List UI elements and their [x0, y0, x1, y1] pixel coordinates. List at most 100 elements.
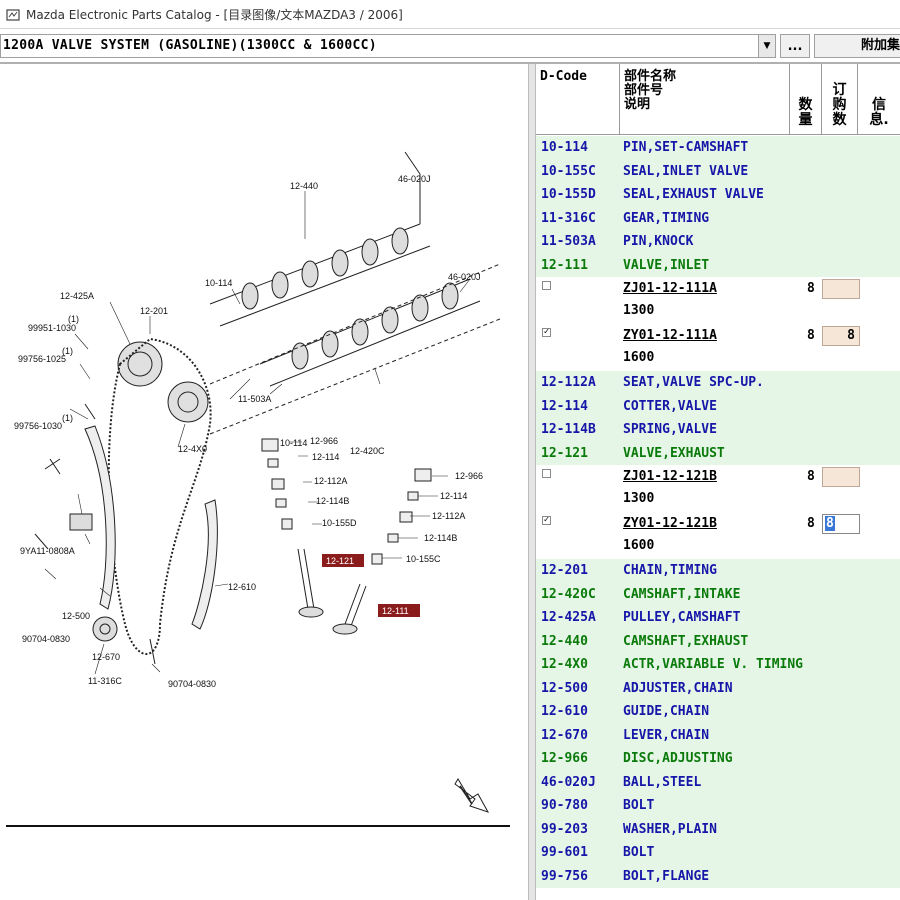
table-row[interactable]: 99-756 BOLT,FLANGE: [536, 864, 900, 888]
row-dcode: 99-601: [541, 845, 588, 860]
diagram-label[interactable]: 90704-0830: [168, 679, 216, 689]
table-row[interactable]: 99-601 BOLT: [536, 841, 900, 865]
parts-list-pane[interactable]: D-Code 部件名称 部件号 说明 数量 订购数 信息. 10-114 PIN,…: [536, 64, 900, 900]
diagram-label[interactable]: 46-020J: [448, 272, 481, 282]
pane-splitter[interactable]: [528, 64, 536, 900]
diagram-label[interactable]: 12-112A: [432, 511, 465, 521]
section-select[interactable]: 1200A VALVE SYSTEM (GASOLINE)(1300CC & 1…: [0, 34, 776, 58]
table-row[interactable]: 11-503A PIN,KNOCK: [536, 230, 900, 254]
table-row[interactable]: 11-316C GEAR,TIMING: [536, 206, 900, 230]
diagram-label[interactable]: 12-966: [455, 471, 483, 481]
part-number[interactable]: ZJ01-12-121B: [623, 469, 717, 484]
table-row[interactable]: 12-121 VALVE,EXHAUST: [536, 441, 900, 465]
order-quantity-input[interactable]: [822, 467, 860, 487]
row-part-name: BOLT,FLANGE: [623, 868, 710, 884]
column-header-qty[interactable]: 数量: [790, 64, 822, 134]
row-part-name: SPRING,VALVE: [623, 422, 717, 437]
diagram-label[interactable]: 12-114: [312, 452, 339, 462]
table-row[interactable]: 12-111 VALVE,INLET: [536, 253, 900, 277]
diagram-label-highlight[interactable]: 12-121: [326, 556, 354, 566]
table-row[interactable]: 12-500 ADJUSTER,CHAIN: [536, 676, 900, 700]
select-checkbox[interactable]: ✓: [542, 328, 551, 337]
table-row[interactable]: 12-670 LEVER,CHAIN: [536, 723, 900, 747]
diagram-label[interactable]: 90704-0830: [22, 634, 70, 644]
table-row[interactable]: 10-114 PIN,SET-CAMSHAFT: [536, 136, 900, 160]
diagram-label[interactable]: 12-114B: [424, 533, 457, 543]
diagram-label[interactable]: 9YA11-0808A: [20, 546, 75, 556]
diagram-label[interactable]: 10-114: [205, 278, 232, 288]
diagram-label[interactable]: 12-4X0: [178, 444, 207, 454]
select-checkbox[interactable]: [542, 281, 551, 290]
diagram-label[interactable]: 99756-1025: [18, 354, 66, 364]
diagram-label[interactable]: 99756-1030: [14, 421, 62, 431]
table-row[interactable]: 12-966 DISC,ADJUSTING: [536, 747, 900, 771]
select-checkbox[interactable]: ✓: [542, 516, 551, 525]
diagram-label[interactable]: (1): [62, 413, 73, 423]
part-number[interactable]: ZJ01-12-111A: [623, 281, 717, 296]
chevron-down-icon[interactable]: ▼: [758, 35, 775, 57]
column-header-dcode[interactable]: D-Code: [536, 64, 620, 134]
table-row[interactable]: 12-440 CAMSHAFT,EXHAUST: [536, 629, 900, 653]
select-checkbox[interactable]: [542, 469, 551, 478]
part-number-row[interactable]: ZJ01-12-111A 1300 8: [536, 277, 900, 324]
column-header-order[interactable]: 订购数: [822, 64, 858, 134]
table-row[interactable]: 12-114 COTTER,VALVE: [536, 394, 900, 418]
parts-diagram-pane[interactable]: 12-440 46-020J 10-114 46-020J 12-425A 12-201 9…: [0, 64, 528, 900]
table-row[interactable]: 99-203 WASHER,PLAIN: [536, 817, 900, 841]
diagram-label[interactable]: 99951-1030: [28, 323, 76, 333]
row-dcode: 12-610: [541, 704, 588, 719]
table-row[interactable]: 12-425A PULLEY,CAMSHAFT: [536, 606, 900, 630]
diagram-label[interactable]: 12-420C: [350, 446, 385, 456]
diagram-label[interactable]: 12-966: [310, 436, 338, 446]
part-number[interactable]: ZY01-12-121B: [623, 516, 717, 531]
order-quantity-input[interactable]: 8: [822, 326, 860, 346]
diagram-label[interactable]: 46-020J: [398, 174, 431, 184]
column-header-info[interactable]: 信息.: [858, 64, 900, 134]
diagram-label[interactable]: 12-670: [92, 652, 120, 662]
table-row[interactable]: 10-155C SEAL,INLET VALVE: [536, 159, 900, 183]
table-row[interactable]: 12-201 CHAIN,TIMING: [536, 559, 900, 583]
part-number-row[interactable]: ✓ ZY01-12-121B 1600 8 8: [536, 512, 900, 559]
diagram-label[interactable]: 10-155C: [406, 554, 441, 564]
diagram-label[interactable]: 12-114: [440, 491, 467, 501]
row-dcode: 90-780: [541, 798, 588, 813]
table-row[interactable]: 12-610 GUIDE,CHAIN: [536, 700, 900, 724]
table-row[interactable]: 10-155D SEAL,EXHAUST VALVE: [536, 183, 900, 207]
diagram-label-highlight[interactable]: 12-111: [382, 606, 409, 616]
diagram-label[interactable]: (1): [68, 314, 79, 324]
diagram-label[interactable]: 12-112A: [314, 476, 347, 486]
part-quantity: 8: [807, 516, 815, 531]
part-number-row[interactable]: ✓ ZY01-12-111A 1600 8 8: [536, 324, 900, 371]
diagram-label[interactable]: 11-503A: [238, 394, 271, 404]
table-header: D-Code 部件名称 部件号 说明 数量 订购数 信息.: [536, 64, 900, 135]
part-description: 1600: [623, 538, 655, 553]
exploded-parts-diagram[interactable]: 12-440 46-020J 10-114 46-020J 12-425A 12-201 9…: [0, 64, 528, 900]
table-row[interactable]: 12-420C CAMSHAFT,INTAKE: [536, 582, 900, 606]
order-quantity-input[interactable]: [822, 279, 860, 299]
row-dcode: 12-425A: [541, 610, 596, 625]
part-number-row[interactable]: ZJ01-12-121B 1300 8: [536, 465, 900, 512]
diagram-label[interactable]: 12-500: [62, 611, 90, 621]
table-row[interactable]: 12-112A SEAT,VALVE SPC-UP.: [536, 371, 900, 395]
part-number[interactable]: ZY01-12-111A: [623, 328, 717, 343]
table-row[interactable]: 12-114B SPRING,VALVE: [536, 418, 900, 442]
browse-button[interactable]: ...: [780, 34, 810, 58]
row-part-name: SEAT,VALVE SPC-UP.: [623, 375, 764, 390]
table-row[interactable]: 12-4X0 ACTR,VARIABLE V. TIMING: [536, 653, 900, 677]
header-name-line: 部件名称: [624, 69, 677, 84]
diagram-label[interactable]: 12-440: [290, 181, 318, 191]
diagram-label[interactable]: 12-201: [140, 306, 168, 316]
extra-set-button[interactable]: 附加集: [814, 34, 900, 58]
diagram-label[interactable]: (1): [62, 346, 73, 356]
diagram-label[interactable]: 12-425A: [60, 291, 94, 301]
order-quantity-input[interactable]: 8: [822, 514, 860, 534]
diagram-label[interactable]: 10-155D: [322, 518, 357, 528]
row-part-name: GUIDE,CHAIN: [623, 704, 710, 719]
diagram-label[interactable]: 11-316C: [88, 676, 122, 686]
table-row[interactable]: 90-780 BOLT: [536, 794, 900, 818]
diagram-label[interactable]: 10-114: [280, 438, 307, 448]
column-header-name[interactable]: 部件名称 部件号 说明: [620, 64, 790, 134]
diagram-label[interactable]: 12-114B: [316, 496, 349, 506]
diagram-label[interactable]: 12-610: [228, 582, 256, 592]
table-row[interactable]: 46-020J BALL,STEEL: [536, 770, 900, 794]
